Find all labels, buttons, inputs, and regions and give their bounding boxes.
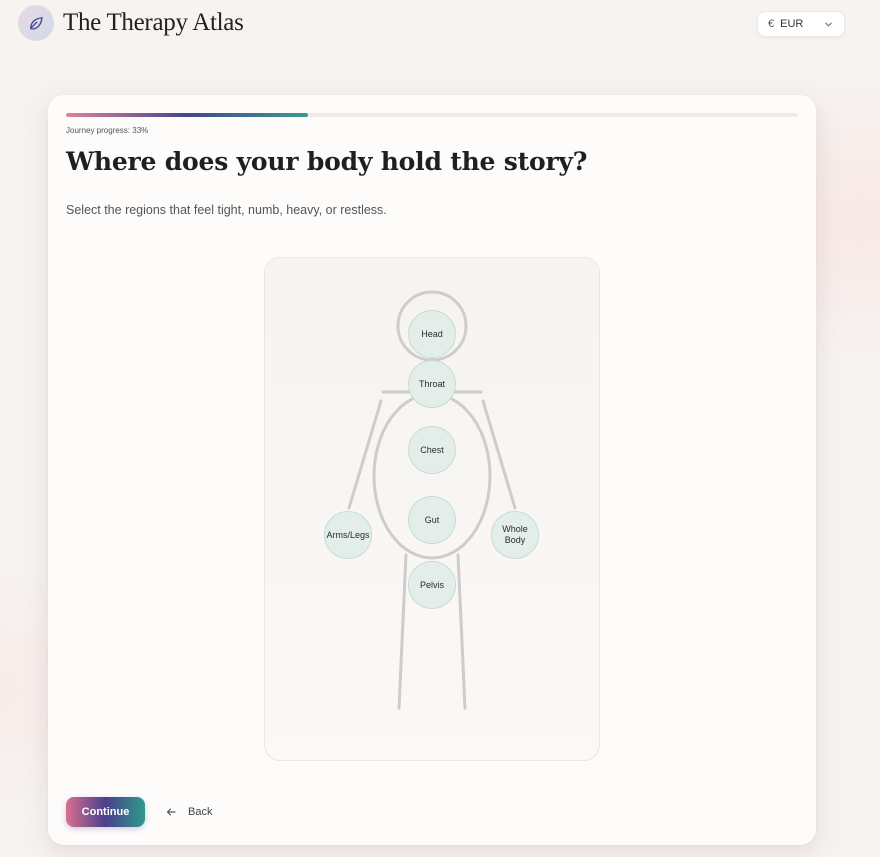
region-arms-legs[interactable]: Arms/Legs: [324, 511, 372, 559]
question-subtitle: Select the regions that feel tight, numb…: [66, 203, 387, 217]
currency-symbol: €: [768, 18, 775, 30]
region-throat[interactable]: Throat: [408, 360, 456, 408]
region-gut[interactable]: Gut: [408, 496, 456, 544]
region-chest-label: Chest: [420, 444, 444, 455]
region-whole-body-label-line1: Whole: [502, 524, 528, 534]
body-map: Head Throat Chest Gut Arms/Legs Whole Bo…: [264, 257, 600, 761]
progress-bar-fill: [66, 113, 308, 117]
region-whole-body-label: Whole Body: [502, 524, 528, 546]
leaf-icon: [18, 5, 54, 41]
currency-select[interactable]: € EUR: [757, 11, 845, 37]
progress-label: Journey progress: 33%: [66, 126, 149, 135]
region-whole-body[interactable]: Whole Body: [491, 511, 539, 559]
chevron-down-icon: [825, 22, 832, 27]
region-pelvis[interactable]: Pelvis: [408, 561, 456, 609]
region-pelvis-label: Pelvis: [419, 579, 444, 590]
region-throat-label: Throat: [418, 378, 445, 389]
region-head[interactable]: Head: [408, 310, 456, 358]
currency-code: EUR: [780, 18, 804, 30]
question-title: Where does your body hold the story?: [66, 147, 588, 176]
back-button-label: Back: [188, 806, 213, 818]
progress-bar: [66, 113, 798, 117]
region-chest[interactable]: Chest: [408, 426, 456, 474]
back-button[interactable]: Back: [166, 803, 212, 821]
region-gut-label: Gut: [424, 514, 440, 525]
brand: The Therapy Atlas: [18, 5, 244, 41]
region-head-label: Head: [421, 328, 443, 339]
brand-title: The Therapy Atlas: [63, 9, 244, 36]
continue-button[interactable]: Continue: [66, 797, 145, 827]
region-arms-legs-label: Arms/Legs: [326, 529, 370, 540]
arrow-left-icon: [166, 808, 176, 816]
question-card: Journey progress: 33% Where does your bo…: [48, 95, 816, 845]
region-whole-body-label-line2: Body: [504, 535, 526, 545]
